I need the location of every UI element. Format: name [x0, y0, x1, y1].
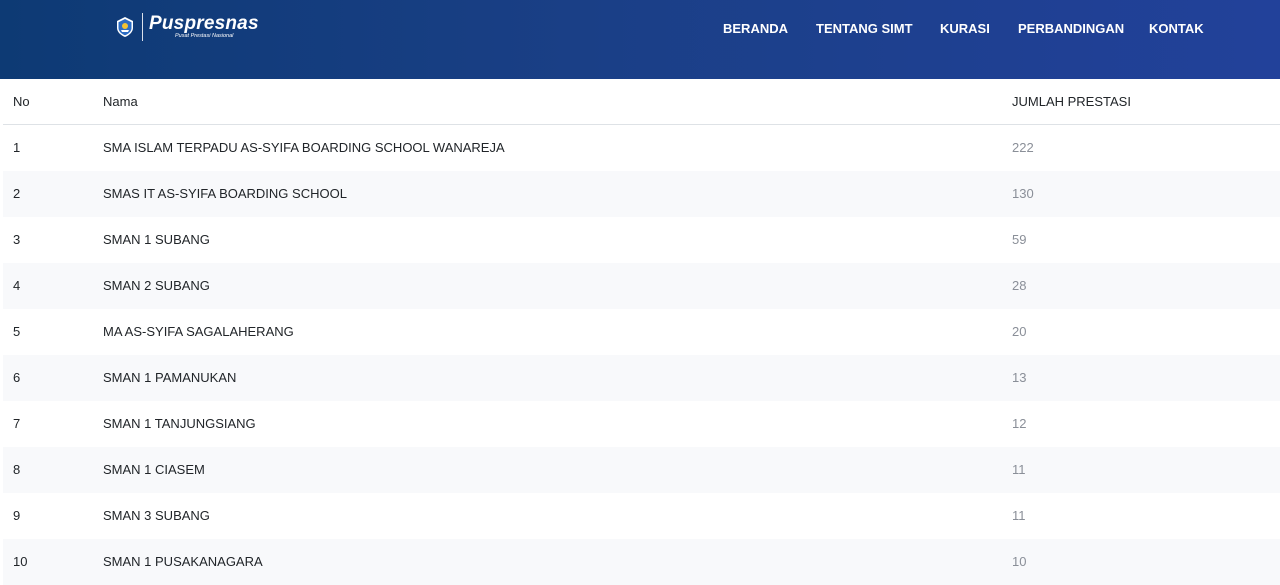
school-name: SMAN 1 TANJUNGSIANG — [103, 416, 256, 431]
achievement-count: 13 — [1012, 370, 1027, 385]
prestasi-table: No Nama JUMLAH PRESTASI 1 SMA ISLAM TERP… — [3, 79, 1280, 585]
nav-perbandingan[interactable]: PERBANDINGAN — [1018, 21, 1124, 37]
school-name: SMA ISLAM TERPADU AS-SYIFA BOARDING SCHO… — [103, 140, 505, 155]
table-row: 8 SMAN 1 CIASEM 11 — [3, 447, 1280, 493]
table-row: 7 SMAN 1 TANJUNGSIANG 12 — [3, 401, 1280, 447]
achievement-count: 20 — [1012, 324, 1027, 339]
table-row: 1 SMA ISLAM TERPADU AS-SYIFA BOARDING SC… — [3, 125, 1280, 171]
row-number: 1 — [13, 140, 21, 155]
school-name: SMAN 1 CIASEM — [103, 462, 205, 477]
row-number: 8 — [13, 462, 21, 477]
table-row: 5 MA AS-SYIFA SAGALAHERANG 20 — [3, 309, 1280, 355]
school-name: SMAN 1 PAMANUKAN — [103, 370, 237, 385]
row-number: 3 — [13, 232, 21, 247]
row-number: 5 — [13, 324, 21, 339]
school-name: SMAN 2 SUBANG — [103, 278, 210, 293]
achievement-count: 11 — [1012, 508, 1026, 523]
column-header-jumlah-prestasi[interactable]: JUMLAH PRESTASI — [1012, 79, 1131, 125]
school-name: SMAN 3 SUBANG — [103, 508, 210, 523]
table-header-row: No Nama JUMLAH PRESTASI — [3, 79, 1280, 125]
site-header: Puspresnas Pusat Prestasi Nasional BERAN… — [0, 0, 1280, 79]
row-number: 6 — [13, 370, 21, 385]
table-row: 3 SMAN 1 SUBANG 59 — [3, 217, 1280, 263]
row-number: 2 — [13, 186, 21, 201]
nav-kurasi[interactable]: KURASI — [940, 21, 990, 37]
school-name: MA AS-SYIFA SAGALAHERANG — [103, 324, 294, 339]
nav-tentang-simt[interactable]: TENTANG SIMT — [816, 21, 913, 37]
table-row: 4 SMAN 2 SUBANG 28 — [3, 263, 1280, 309]
table-row: 6 SMAN 1 PAMANUKAN 13 — [3, 355, 1280, 401]
row-number: 4 — [13, 278, 21, 293]
achievement-count: 12 — [1012, 416, 1027, 431]
table-row: 10 SMAN 1 PUSAKANAGARA 10 — [3, 539, 1280, 585]
main-nav: BERANDA TENTANG SIMT KURASI PERBANDINGAN… — [0, 21, 1280, 37]
row-number: 7 — [13, 416, 21, 431]
achievement-count: 222 — [1012, 140, 1034, 155]
table-row: 2 SMAS IT AS-SYIFA BOARDING SCHOOL 130 — [3, 171, 1280, 217]
achievement-count: 11 — [1012, 462, 1026, 477]
nav-kontak[interactable]: KONTAK — [1149, 21, 1204, 37]
row-number: 9 — [13, 508, 21, 523]
row-number: 10 — [13, 554, 28, 569]
school-name: SMAN 1 PUSAKANAGARA — [103, 554, 263, 569]
achievement-count: 10 — [1012, 554, 1027, 569]
column-header-no[interactable]: No — [13, 79, 30, 125]
achievement-count: 59 — [1012, 232, 1027, 247]
column-header-nama[interactable]: Nama — [103, 79, 138, 125]
table-row: 9 SMAN 3 SUBANG 11 — [3, 493, 1280, 539]
achievement-count: 130 — [1012, 186, 1034, 201]
school-name: SMAS IT AS-SYIFA BOARDING SCHOOL — [103, 186, 347, 201]
nav-beranda[interactable]: BERANDA — [723, 21, 788, 37]
achievement-count: 28 — [1012, 278, 1027, 293]
school-name: SMAN 1 SUBANG — [103, 232, 210, 247]
